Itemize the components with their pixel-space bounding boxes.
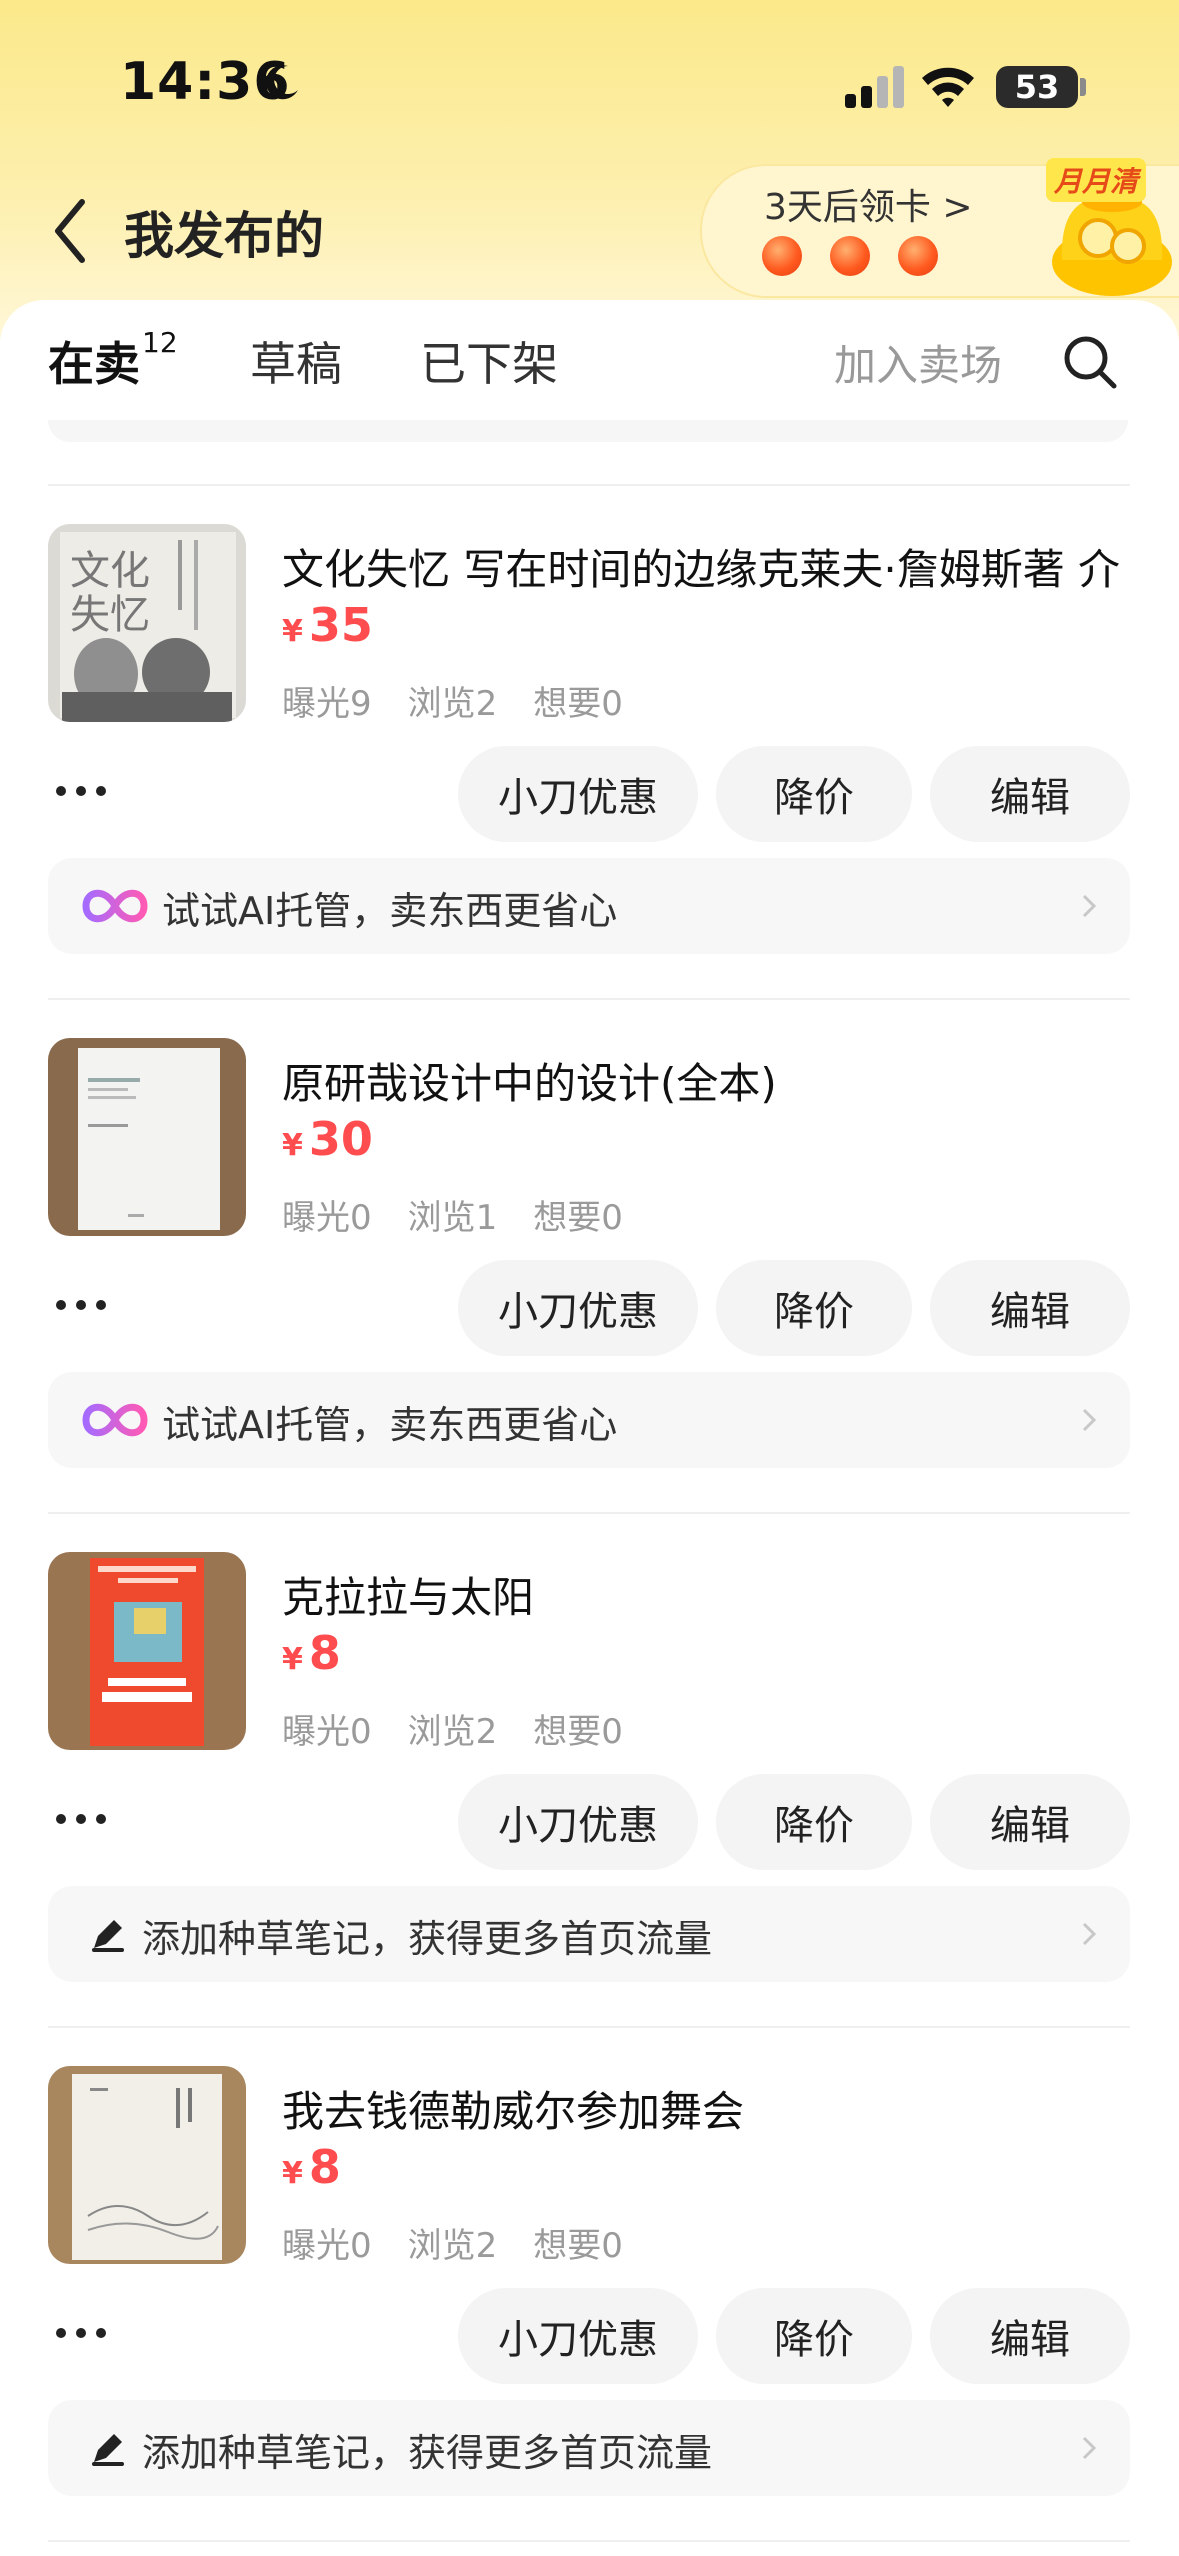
listing-price: ¥35 — [282, 598, 373, 652]
price-value: 8 — [308, 1626, 341, 1680]
want-count: 想要0 — [533, 1712, 623, 1752]
listing-title[interactable]: 原研哉设计中的设计(全本) — [282, 1050, 777, 1111]
exposure-count: 曝光0 — [282, 2226, 372, 2266]
tip-text: 添加种草笔记，获得更多首页流量 — [142, 1917, 713, 1961]
add-notes-tip[interactable]: 添加种草笔记，获得更多首页流量 — [48, 2400, 1130, 2496]
listing-item[interactable]: 原研哉设计中的设计(全本) ¥30 曝光0 浏览1 想要0 小刀优惠 降价 编辑 试… — [0, 1000, 1179, 1510]
knife-discount-button[interactable]: 小刀优惠 — [458, 746, 698, 842]
tip-text: 试试AI托管，卖东西更省心 — [162, 1403, 618, 1447]
more-options-icon[interactable] — [56, 1300, 108, 1312]
knife-discount-button[interactable]: 小刀优惠 — [458, 2288, 698, 2384]
cellular-signal-icon — [845, 66, 904, 108]
chevron-right-icon — [1082, 1922, 1096, 1946]
battery-level: 53 — [1014, 68, 1060, 106]
listing-title[interactable]: 文化失忆 写在时间的边缘克莱夫·詹姆斯著 介 — [282, 536, 1120, 597]
join-market-link[interactable]: 加入卖场 — [834, 332, 1002, 393]
price-value: 8 — [308, 2140, 341, 2194]
moon-icon — [265, 65, 298, 100]
exposure-count: 曝光0 — [282, 1712, 372, 1752]
exposure-count: 曝光9 — [282, 684, 372, 724]
tab-on-sale-label: 在卖 — [48, 337, 140, 391]
svg-text:失忆: 失忆 — [70, 592, 150, 638]
reduce-price-button[interactable]: 降价 — [716, 746, 912, 842]
page-title: 我发布的 — [124, 207, 324, 265]
listing-price: ¥8 — [282, 2140, 341, 2194]
listing-stats: 曝光9 浏览2 想要0 — [282, 676, 659, 725]
ai-hosting-tip[interactable]: 试试AI托管，卖东西更省心 — [48, 858, 1130, 954]
book-cover-image[interactable]: 文化 失忆 — [48, 524, 246, 722]
listing-title[interactable]: 我去钱德勒威尔参加舞会 — [282, 2078, 744, 2139]
back-arrow-icon[interactable] — [50, 196, 90, 266]
reduce-price-button[interactable]: 降价 — [716, 1260, 912, 1356]
more-options-icon[interactable] — [56, 786, 108, 798]
ai-infinity-icon — [82, 889, 148, 923]
knife-discount-button[interactable]: 小刀优惠 — [458, 1774, 698, 1870]
reduce-price-button[interactable]: 降价 — [716, 2288, 912, 2384]
currency-symbol: ¥ — [282, 2156, 303, 2191]
tab-off-shelf[interactable]: 已下架 — [420, 328, 558, 394]
edit-button[interactable]: 编辑 — [930, 1774, 1130, 1870]
want-count: 想要0 — [533, 1198, 623, 1238]
currency-symbol: ¥ — [282, 1642, 303, 1677]
listing-price: ¥8 — [282, 1626, 341, 1680]
battery-tip — [1080, 78, 1086, 96]
reduce-price-button[interactable]: 降价 — [716, 1774, 912, 1870]
edit-button[interactable]: 编辑 — [930, 1260, 1130, 1356]
wifi-icon — [922, 67, 974, 107]
book-cover-image[interactable] — [48, 1552, 246, 1750]
want-count: 想要0 — [533, 2226, 623, 2266]
listing-title[interactable]: 克拉拉与太阳 — [282, 1564, 534, 1625]
listing-item[interactable]: 文化 失忆 文化失忆 写在时间的边缘克莱夫·詹姆斯著 介 ¥35 曝光9 浏览2 想… — [0, 486, 1179, 996]
ai-hosting-tip[interactable]: 试试AI托管，卖东西更省心 — [48, 1372, 1130, 1468]
previous-item-edge — [48, 420, 1128, 442]
more-options-icon[interactable] — [56, 2328, 108, 2340]
progress-dot — [762, 236, 802, 276]
exposure-count: 曝光0 — [282, 1198, 372, 1238]
listing-item[interactable]: 我去钱德勒威尔参加舞会 ¥8 曝光0 浏览2 想要0 小刀优惠 降价 编辑 添加种草… — [0, 2028, 1179, 2538]
tip-text: 试试AI托管，卖东西更省心 — [162, 889, 618, 933]
view-count: 浏览2 — [407, 2226, 498, 2266]
want-count: 想要0 — [533, 684, 623, 724]
more-options-icon[interactable] — [56, 1814, 108, 1826]
listing-price: ¥30 — [282, 1112, 373, 1166]
svg-text:文化: 文化 — [70, 548, 150, 594]
pen-icon — [92, 2434, 124, 2466]
divider — [48, 2540, 1130, 2542]
tab-drafts[interactable]: 草稿 — [250, 328, 342, 394]
add-notes-tip[interactable]: 添加种草笔记，获得更多首页流量 — [48, 1886, 1130, 1982]
tip-text: 添加种草笔记，获得更多首页流量 — [142, 2431, 713, 2475]
tab-on-sale[interactable]: 在卖 — [48, 328, 148, 394]
price-value: 30 — [308, 1112, 373, 1166]
listing-stats: 曝光0 浏览2 想要0 — [282, 2218, 659, 2267]
listing-stats: 曝光0 浏览1 想要0 — [282, 1190, 659, 1239]
battery-indicator: 53 — [996, 66, 1078, 108]
ai-infinity-icon — [82, 1403, 148, 1437]
chevron-right-icon — [1082, 1408, 1096, 1432]
edit-button[interactable]: 编辑 — [930, 746, 1130, 842]
knife-discount-button[interactable]: 小刀优惠 — [458, 1260, 698, 1356]
price-value: 35 — [308, 598, 373, 652]
book-cover-image[interactable] — [48, 2066, 246, 2264]
listing-item[interactable]: 克拉拉与太阳 ¥8 曝光0 浏览2 想要0 小刀优惠 降价 编辑 添加种草笔记，获得… — [0, 1514, 1179, 2024]
progress-dot — [830, 236, 870, 276]
currency-symbol: ¥ — [282, 614, 303, 649]
search-icon[interactable] — [1062, 334, 1118, 390]
progress-dot — [898, 236, 938, 276]
monthly-card-badge: 月月清 — [1046, 158, 1147, 202]
book-cover-image[interactable] — [48, 1038, 246, 1236]
view-count: 浏览2 — [407, 684, 498, 724]
chevron-right-icon — [1082, 2436, 1096, 2460]
listing-stats: 曝光0 浏览2 想要0 — [282, 1704, 659, 1753]
on-sale-count: 12 — [142, 326, 178, 359]
pen-icon — [92, 1920, 124, 1952]
chevron-right-icon — [1082, 894, 1096, 918]
currency-symbol: ¥ — [282, 1128, 303, 1163]
promo-text: 3天后领卡 > — [764, 187, 973, 228]
view-count: 浏览2 — [407, 1712, 498, 1752]
edit-button[interactable]: 编辑 — [930, 2288, 1130, 2384]
view-count: 浏览1 — [407, 1198, 498, 1238]
